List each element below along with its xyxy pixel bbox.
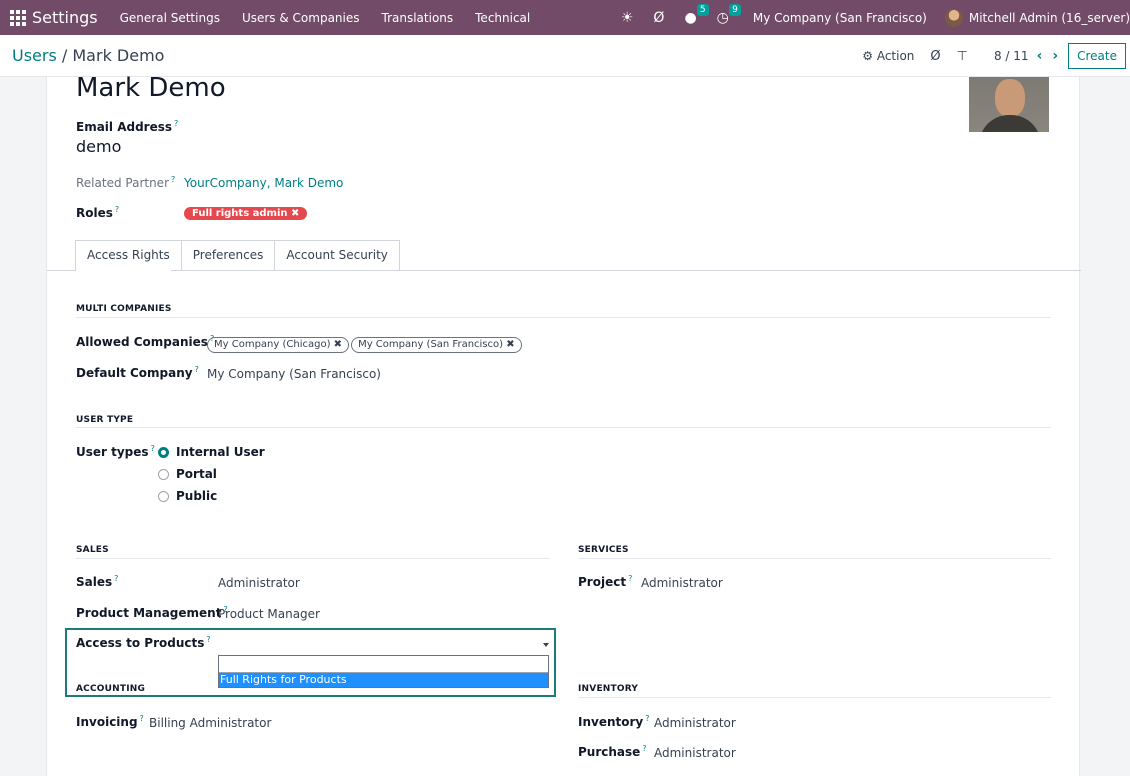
section-multi-companies: MULTI COMPANIES xyxy=(76,304,172,314)
breadcrumb-separator: / xyxy=(56,46,73,65)
menu-general-settings[interactable]: General Settings xyxy=(120,11,220,25)
radio-label-internal-user[interactable]: Internal User xyxy=(176,445,265,459)
breadcrumb-users[interactable]: Users xyxy=(12,46,57,65)
access-to-products-label: Access to Products? xyxy=(76,635,211,650)
help-icon: ? xyxy=(628,574,633,583)
product-management-label: Product Management? xyxy=(76,605,228,620)
chat-icon[interactable]: ● 5 xyxy=(684,3,709,26)
help-icon: ? xyxy=(139,714,144,723)
discard-icon[interactable]: Ø xyxy=(930,49,940,64)
help-icon: ? xyxy=(206,635,211,644)
purchase-label: Purchase? xyxy=(578,744,647,759)
create-button[interactable]: Create xyxy=(1068,43,1126,69)
apps-grid-icon[interactable] xyxy=(8,8,28,28)
pin-icon[interactable]: ⊤ xyxy=(957,49,968,64)
action-menu-button[interactable]: ⚙ Action xyxy=(862,49,914,63)
allowed-companies-label: Allowed Companies? xyxy=(76,334,215,349)
role-tag[interactable]: Full rights admin ✖ xyxy=(184,207,308,220)
help-icon: ? xyxy=(194,365,199,374)
allowed-companies-field[interactable]: My Company (Chicago) ✖ My Company (San Fr… xyxy=(207,336,524,353)
project-label: Project? xyxy=(578,574,633,589)
user-name: Mitchell Admin (16_server) xyxy=(968,10,1130,25)
section-accounting: ACCOUNTING xyxy=(76,684,146,694)
control-panel-actions: ⚙ Action Ø ⊤ 8 / 11 ‹ › Create xyxy=(862,35,1130,77)
default-company-label: Default Company? xyxy=(76,365,199,380)
section-sales: SALES xyxy=(76,545,109,555)
radio-label-portal[interactable]: Portal xyxy=(176,467,217,481)
help-icon: ? xyxy=(645,714,650,723)
dropdown-search[interactable] xyxy=(219,656,548,673)
notebook-tabs: Access Rights Preferences Account Securi… xyxy=(75,240,400,271)
dropdown-option-full-rights[interactable]: Full Rights for Products xyxy=(219,673,548,687)
project-value[interactable]: Administrator xyxy=(641,576,723,590)
breadcrumb: Users / Mark Demo xyxy=(12,46,164,65)
user-avatar xyxy=(944,8,963,27)
user-photo[interactable] xyxy=(969,77,1049,132)
help-icon: ? xyxy=(150,444,155,453)
menu-technical[interactable]: Technical xyxy=(475,11,530,25)
remove-tag-icon: ✖ xyxy=(291,208,300,219)
invoicing-label: Invoicing? xyxy=(76,714,144,729)
control-panel: Users / Mark Demo ⚙ Action Ø ⊤ 8 / 11 ‹ … xyxy=(0,35,1130,77)
menu-users-companies[interactable]: Users & Companies xyxy=(242,11,360,25)
menu-translations[interactable]: Translations xyxy=(382,11,454,25)
related-partner-label: Related Partner? xyxy=(76,175,176,190)
tab-preferences[interactable]: Preferences xyxy=(180,240,276,271)
user-types-label: User types? xyxy=(76,444,155,459)
product-management-value[interactable]: Product Manager xyxy=(218,607,320,621)
help-icon: ? xyxy=(114,574,119,583)
chevron-left-icon[interactable]: ‹ xyxy=(1037,48,1043,64)
sales-label: Sales? xyxy=(76,574,119,589)
user-name-title[interactable]: Mark Demo xyxy=(76,73,226,103)
company-tag-san-francisco[interactable]: My Company (San Francisco) ✖ xyxy=(351,337,522,353)
help-icon: ? xyxy=(114,205,120,214)
form-sheet: Mark Demo Email Address? demo Related Pa… xyxy=(46,73,1081,776)
top-navbar: Settings General Settings Users & Compan… xyxy=(0,0,1130,35)
navbar-systray: ☀ Ø ● 5 ◷ 9 My Company (San Francisco) Mit… xyxy=(611,0,1130,35)
clock-icon[interactable]: ◷ 9 xyxy=(717,3,741,26)
gear-icon: ⚙ xyxy=(862,49,873,63)
tab-account-security[interactable]: Account Security xyxy=(274,240,400,271)
chevron-right-icon[interactable]: › xyxy=(1052,48,1058,64)
section-inventory: INVENTORY xyxy=(578,684,639,694)
remove-tag-icon: ✖ xyxy=(506,339,515,350)
access-to-products-dropdown: Full Rights for Products xyxy=(218,655,549,688)
radio-public[interactable] xyxy=(158,491,169,502)
section-services: SERVICES xyxy=(578,545,629,555)
purchase-value[interactable]: Administrator xyxy=(654,746,736,760)
radio-internal-user[interactable] xyxy=(158,447,169,458)
breadcrumb-current: Mark Demo xyxy=(72,46,165,65)
user-menu[interactable]: Mitchell Admin (16_server) xyxy=(944,8,1130,27)
app-name[interactable]: Settings xyxy=(32,8,98,27)
help-icon: ? xyxy=(642,744,647,753)
remove-tag-icon: ✖ xyxy=(333,339,343,350)
radio-label-public[interactable]: Public xyxy=(176,489,217,503)
inventory-label: Inventory? xyxy=(578,714,650,729)
select-caret-icon[interactable] xyxy=(543,643,549,647)
tab-divider xyxy=(47,270,1081,271)
tab-access-rights[interactable]: Access Rights xyxy=(75,240,182,271)
roles-label: Roles? xyxy=(76,205,120,220)
email-label: Email Address? xyxy=(76,119,179,134)
bug-icon[interactable]: ☀ xyxy=(621,10,634,26)
email-value[interactable]: demo xyxy=(76,137,121,156)
invoicing-value[interactable]: Billing Administrator xyxy=(149,716,271,730)
inventory-value[interactable]: Administrator xyxy=(654,716,736,730)
help-icon: ? xyxy=(171,175,176,184)
refresh-icon[interactable]: Ø xyxy=(653,10,664,26)
company-tag-chicago[interactable]: My Company (Chicago) ✖ xyxy=(207,337,350,353)
pager-value[interactable]: 8 / 11 xyxy=(994,49,1029,63)
action-label: Action xyxy=(876,49,915,63)
related-partner-link[interactable]: YourCompany, Mark Demo xyxy=(184,176,343,190)
section-user-type: USER TYPE xyxy=(76,415,134,425)
messages-badge: 5 xyxy=(696,3,709,16)
help-icon: ? xyxy=(174,119,179,128)
activities-badge: 9 xyxy=(729,3,741,16)
company-switcher[interactable]: My Company (San Francisco) xyxy=(753,11,927,25)
default-company-value[interactable]: My Company (San Francisco) xyxy=(207,367,381,381)
radio-portal[interactable] xyxy=(158,469,169,480)
sales-value[interactable]: Administrator xyxy=(218,576,300,590)
